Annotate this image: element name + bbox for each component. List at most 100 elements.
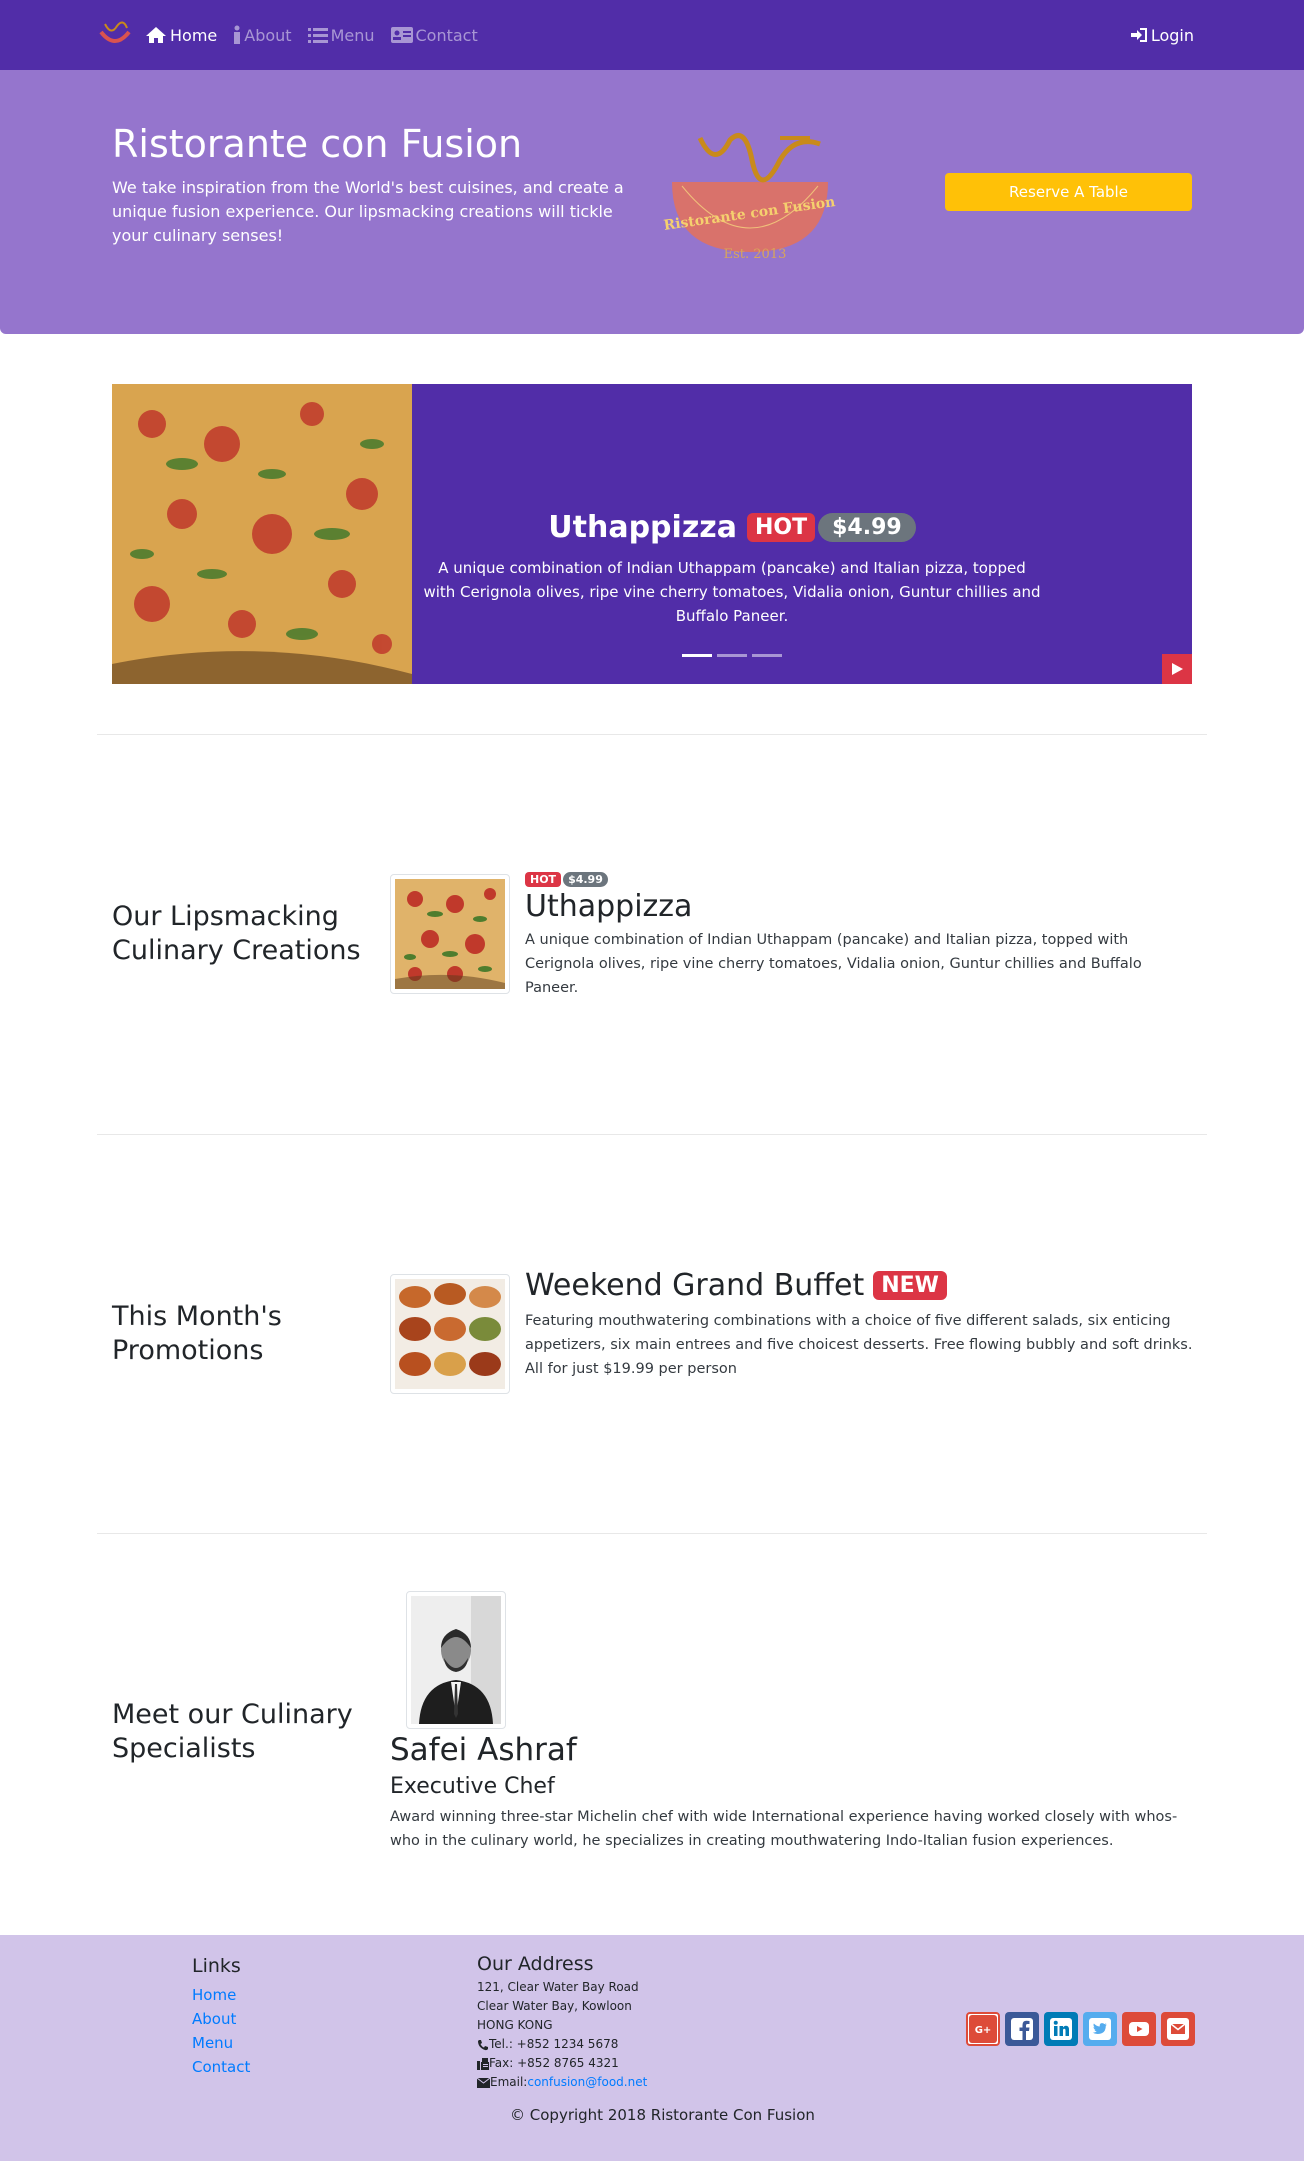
email-link[interactable]: confusion@food.net xyxy=(527,2073,647,2092)
youtube-icon xyxy=(1129,2022,1149,2036)
carousel-title: Uthappizza xyxy=(548,510,737,545)
reserve-table-label: Reserve A Table xyxy=(1009,183,1128,201)
social-links: G+ xyxy=(966,2012,1195,2046)
divider xyxy=(97,734,1207,735)
footer-link-home[interactable]: Home xyxy=(192,1983,250,2007)
nav-contact[interactable]: Contact xyxy=(390,25,478,45)
dish-body: HOT $4.99 Uthappizza A unique combinatio… xyxy=(525,872,1195,1000)
promotion-title-row: Weekend Grand Buffet NEW xyxy=(525,1268,1195,1303)
address-line-3: HONG KONG xyxy=(477,2018,553,2032)
list-icon xyxy=(307,28,328,43)
linkedin-button[interactable] xyxy=(1044,2012,1078,2046)
nav-menu-label: Menu xyxy=(330,25,375,45)
carousel-title-row: Uthappizza HOT $4.99 xyxy=(412,510,1052,545)
login-label: Login xyxy=(1150,25,1194,45)
email-label: Email: xyxy=(490,2075,528,2089)
uthappizza-image xyxy=(112,384,412,684)
mail-button[interactable] xyxy=(1161,2012,1195,2046)
promotion-thumbnail xyxy=(390,1274,510,1394)
home-icon xyxy=(146,27,166,43)
email-row: Email: confusion@food.net xyxy=(477,2073,647,2092)
restaurant-title: Ristorante con Fusion xyxy=(112,122,523,166)
envelope-icon xyxy=(477,2077,490,2088)
divider xyxy=(97,1533,1207,1534)
jumbotron: Ristorante con Fusion We take inspiratio… xyxy=(0,70,1304,334)
youtube-button[interactable] xyxy=(1122,2012,1156,2046)
footer-link-contact[interactable]: Contact xyxy=(192,2055,250,2079)
leader-designation: Executive Chef xyxy=(390,1774,555,1799)
footer-links-title: Links xyxy=(192,1955,241,1977)
leader-description: Award winning three-star Michelin chef w… xyxy=(390,1809,1178,1849)
nav-home[interactable]: Home xyxy=(145,26,217,45)
facebook-icon xyxy=(1011,2018,1033,2040)
play-icon xyxy=(1172,663,1183,675)
nav-about-label: About xyxy=(244,25,292,45)
reserve-table-button[interactable]: Reserve A Table xyxy=(945,173,1192,211)
carousel-play-button[interactable] xyxy=(1162,654,1192,684)
dish-hot-badge: HOT xyxy=(525,872,562,887)
carousel-indicators xyxy=(412,654,1052,657)
dish-thumbnail xyxy=(390,874,510,994)
fax-text: Fax: +852 8765 4321 xyxy=(489,2056,619,2070)
svg-text:G+: G+ xyxy=(975,2025,992,2036)
footer-link-menu[interactable]: Menu xyxy=(192,2031,250,2055)
fax-icon xyxy=(477,2057,489,2070)
leader-name: Safei Ashraf xyxy=(390,1732,577,1768)
tel-text: Tel.: +852 1234 5678 xyxy=(489,2037,619,2051)
promotion-section-title: This Month's Promotions xyxy=(112,1301,282,1366)
navbar: Home About Menu Contact Login xyxy=(0,0,1304,70)
carousel-price-badge: $4.99 xyxy=(818,513,916,542)
restaurant-tagline: We take inspiration from the World's bes… xyxy=(112,178,624,245)
promotion-new-badge: NEW xyxy=(873,1271,947,1300)
dish-description: A unique combination of Indian Uthappam … xyxy=(525,932,1142,996)
footer-links: Links Home About Menu Contact xyxy=(192,1955,250,2079)
google-plus-button[interactable]: G+ xyxy=(966,2012,1000,2046)
brand-logo[interactable] xyxy=(97,20,133,50)
nav-about[interactable]: About xyxy=(233,25,292,45)
address-line-2: Clear Water Bay, Kowloon xyxy=(477,1999,632,2013)
sign-in-icon xyxy=(1130,28,1147,42)
footer-link-about[interactable]: About xyxy=(192,2007,250,2031)
carousel-next-icon[interactable] xyxy=(1212,522,1226,544)
nav-home-label: Home xyxy=(170,25,218,45)
carousel-indicator-2[interactable] xyxy=(717,654,747,657)
footer: Links Home About Menu Contact Our Addres… xyxy=(0,1935,1304,2161)
dish-badges: HOT $4.99 xyxy=(525,872,1195,887)
nav-menu[interactable]: Menu xyxy=(307,25,375,45)
promotion-title: Weekend Grand Buffet xyxy=(525,1268,865,1303)
facebook-button[interactable] xyxy=(1005,2012,1039,2046)
footer-address: Our Address 121, Clear Water Bay Road Cl… xyxy=(477,1955,647,2092)
phone-icon xyxy=(478,2039,488,2050)
carousel-indicator-3[interactable] xyxy=(752,654,782,657)
leader-photo xyxy=(406,1591,506,1729)
carousel-description: A unique combination of Indian Uthappam … xyxy=(423,559,1041,625)
fax-row: Fax: +852 8765 4321 xyxy=(477,2054,647,2073)
leader-body: Safei Ashraf Executive Chef Award winnin… xyxy=(390,1732,1195,1853)
restaurant-logo: Ristorante con Fusion Est. 2013 xyxy=(663,133,836,260)
linkedin-icon xyxy=(1050,2018,1072,2040)
divider xyxy=(97,1134,1207,1135)
twitter-icon xyxy=(1089,2018,1111,2040)
promotion-description: Featuring mouthwatering combinations wit… xyxy=(525,1313,1193,1377)
google-plus-icon: G+ xyxy=(969,2015,997,2043)
promotion-body: Weekend Grand Buffet NEW Featuring mouth… xyxy=(525,1268,1195,1381)
address-line-1: 121, Clear Water Bay Road xyxy=(477,1980,639,1994)
copyright: © Copyright 2018 Ristorante Con Fusion xyxy=(510,2106,815,2124)
twitter-button[interactable] xyxy=(1083,2012,1117,2046)
leader-section-title: Meet our Culinary Specialists xyxy=(112,1699,353,1764)
footer-address-title: Our Address xyxy=(477,1953,594,1975)
dish-section-title: Our Lipsmacking Culinary Creations xyxy=(112,901,361,966)
carousel-indicator-1[interactable] xyxy=(682,654,712,657)
carousel: Uthappizza HOT $4.99 A unique combinatio… xyxy=(112,384,1226,684)
carousel-hot-badge: HOT xyxy=(746,513,816,542)
dish-title: Uthappizza xyxy=(525,889,693,924)
dish-price-badge: $4.99 xyxy=(563,872,608,887)
info-icon xyxy=(234,25,241,44)
carousel-caption: Uthappizza HOT $4.99 A unique combinatio… xyxy=(412,384,1226,684)
mail-icon xyxy=(1167,2018,1189,2040)
tel-row: Tel.: +852 1234 5678 xyxy=(477,2035,647,2054)
login-button[interactable]: Login xyxy=(1130,0,1194,70)
svg-text:Est. 2013: Est. 2013 xyxy=(724,247,787,260)
nav-contact-label: Contact xyxy=(415,25,478,45)
address-card-icon xyxy=(390,27,413,43)
